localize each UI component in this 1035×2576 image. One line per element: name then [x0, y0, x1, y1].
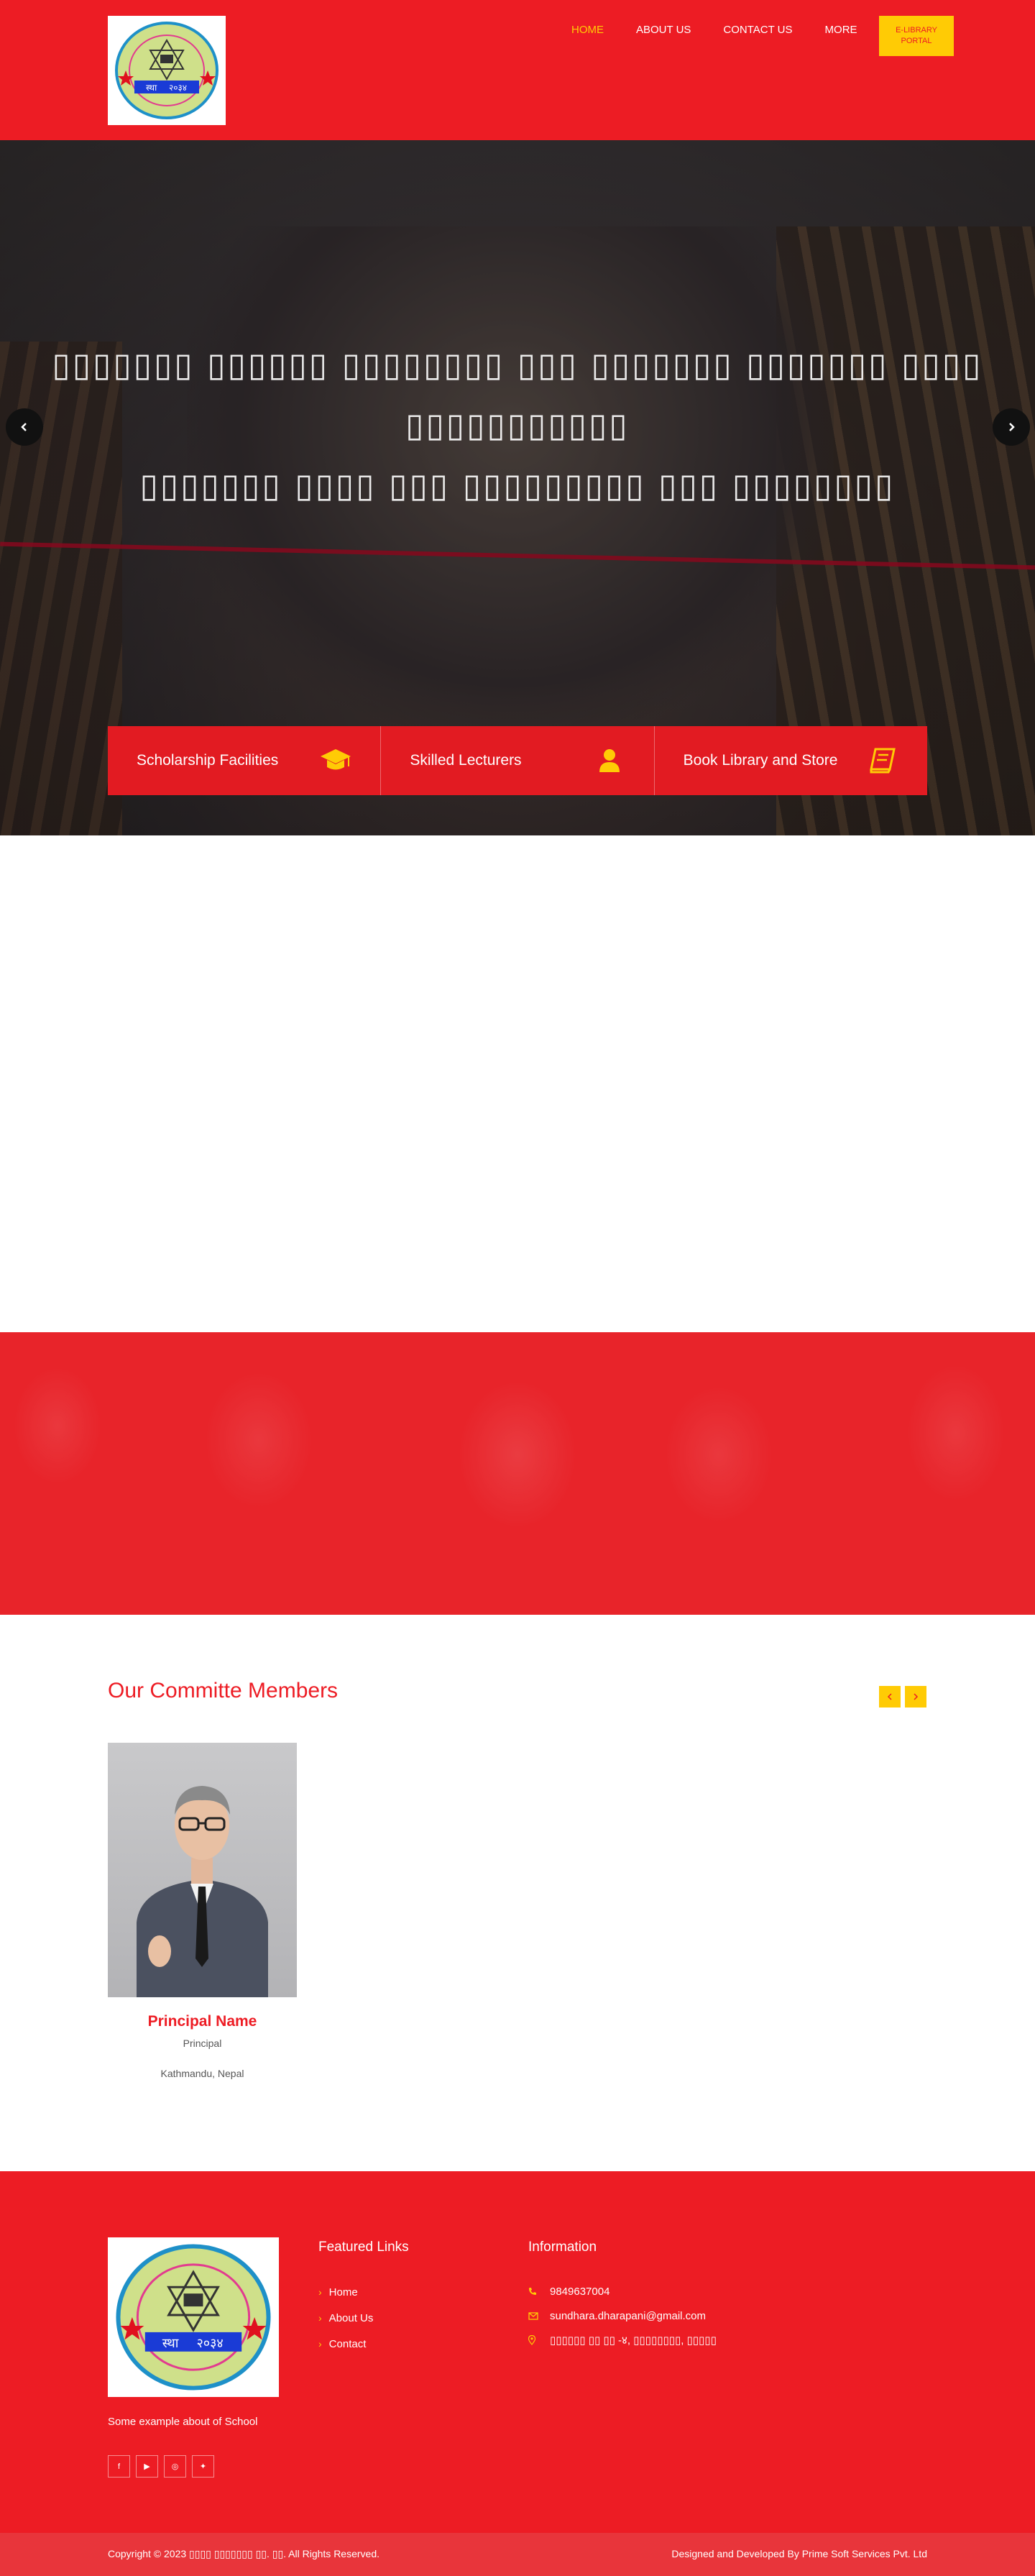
footer-email[interactable]: sundhara.dharapani@gmail.com [528, 2304, 717, 2328]
facebook-icon[interactable]: f [108, 2455, 130, 2478]
footer-address: ▯▯▯▯▯▯ ▯▯ ▯▯ -४, ▯▯▯▯▯▯▯▯, ▯▯▯▯▯ [528, 2328, 717, 2352]
slider-next-button[interactable] [993, 408, 1030, 446]
instagram-icon[interactable]: ◎ [164, 2455, 186, 2478]
chevron-right-icon: › [318, 2286, 322, 2298]
hero-title-line-1: ▯▯▯▯▯▯▯ ▯▯▯▯▯▯ ▯▯▯▯▯▯▯▯ ▯▯▯ ▯▯▯▯▯▯▯ ▯▯▯▯… [52, 345, 983, 444]
feature-label: Book Library and Store [683, 752, 838, 769]
feature-library[interactable]: Book Library and Store [654, 726, 927, 795]
envelope-icon [528, 2311, 550, 2320]
nav-contact-us[interactable]: CONTACT US [723, 23, 792, 37]
committee-member-card[interactable]: Principal Name Principal Kathmandu, Nepa… [108, 1743, 297, 2079]
address-text: ▯▯▯▯▯▯ ▯▯ ▯▯ -४, ▯▯▯▯▯▯▯▯, ▯▯▯▯▯ [550, 2334, 717, 2347]
footer-link-label: Home [328, 2286, 358, 2298]
slider-prev-button[interactable] [6, 408, 43, 446]
user-icon [594, 745, 625, 776]
chevron-right-icon [914, 1693, 919, 1700]
phone-number: 9849637004 [550, 2285, 610, 2298]
map-marker-icon [528, 2335, 550, 2345]
member-role: Principal [183, 2038, 222, 2049]
footer-link-contact[interactable]: › Contact [318, 2331, 373, 2357]
feature-scholarship[interactable]: Scholarship Facilities [108, 726, 382, 795]
school-logo-emblem: स्था २०३४ [115, 22, 218, 119]
footer-social-links: f ▶ ◎ ✦ [108, 2455, 214, 2478]
member-location: Kathmandu, Nepal [160, 2068, 244, 2079]
nav-home[interactable]: HOME [571, 23, 604, 37]
feature-label: Skilled Lecturers [410, 752, 522, 769]
students-banner [0, 1332, 1035, 1615]
committee-prev-button[interactable] [879, 1686, 901, 1708]
school-logo-emblem: स्था २०३४ [116, 2244, 271, 2391]
feature-label: Scholarship Facilities [137, 752, 279, 769]
hero-slider: ▯▯▯▯▯▯▯ ▯▯▯▯▯▯ ▯▯▯▯▯▯▯▯ ▯▯▯ ▯▯▯▯▯▯▯ ▯▯▯▯… [0, 140, 1035, 835]
chevron-right-icon: › [318, 2338, 322, 2350]
member-photo [108, 1743, 297, 1997]
twitter-icon[interactable]: ✦ [192, 2455, 214, 2478]
footer-link-about-us[interactable]: › About Us [318, 2305, 373, 2331]
footer-link-label: Contact [328, 2337, 367, 2350]
hero-title: ▯▯▯▯▯▯▯ ▯▯▯▯▯▯ ▯▯▯▯▯▯▯▯ ▯▯▯ ▯▯▯▯▯▯▯ ▯▯▯▯… [29, 334, 1006, 515]
feature-lecturers[interactable]: Skilled Lecturers [381, 726, 655, 795]
information-title: Information [528, 2240, 597, 2255]
developer-credit[interactable]: Designed and Developed By Prime Soft Ser… [671, 2548, 927, 2559]
footer-phone[interactable]: 9849637004 [528, 2279, 717, 2304]
footer-link-label: About Us [328, 2311, 374, 2324]
nav-about-us[interactable]: ABOUT US [636, 23, 691, 37]
chevron-right-icon: › [318, 2312, 322, 2324]
youtube-icon[interactable]: ▶ [136, 2455, 158, 2478]
phone-icon [528, 2287, 550, 2296]
featured-links-list: › Home › About Us › Contact [318, 2279, 373, 2357]
book-icon [867, 745, 898, 776]
feature-boxes: Scholarship Facilities Skilled Lecturers… [108, 726, 927, 795]
footer-link-home[interactable]: › Home [318, 2279, 373, 2305]
site-header: स्था २०३४ HOME ABOUT US CONTACT US MORE … [0, 0, 1035, 140]
svg-text:२०३४: २०३४ [169, 83, 187, 93]
member-name: Principal Name [147, 2013, 257, 2030]
e-library-portal-button[interactable]: E-LIBRARY PORTAL [879, 16, 954, 56]
information-list: 9849637004 sundhara.dharapani@gmail.com … [528, 2279, 717, 2352]
school-logo[interactable]: स्था २०३४ [108, 16, 226, 125]
page: स्था २०३४ HOME ABOUT US CONTACT US MORE … [0, 0, 1035, 2576]
nav-more[interactable]: MORE [825, 23, 857, 37]
svg-text:स्था: स्था [146, 83, 157, 93]
committee-carousel-controls [879, 1686, 926, 1708]
committee-next-button[interactable] [905, 1686, 926, 1708]
main-nav: HOME ABOUT US CONTACT US MORE [571, 23, 890, 37]
site-footer: स्था २०३४ Some example about of School f… [0, 2171, 1035, 2533]
copyright-bar: Copyright © 2023 ▯▯▯▯ ▯▯▯▯▯▯▯ ▯▯. ▯▯. Al… [0, 2533, 1035, 2576]
students-banner-image [0, 1332, 1035, 1615]
featured-links-title: Featured Links [318, 2240, 409, 2255]
hero-title-line-2: ▯▯▯▯▯▯▯ ▯▯▯▯ ▯▯▯ ▯▯▯▯▯▯▯▯▯ ▯▯▯ ▯▯▯▯▯▯▯▯ [139, 466, 896, 505]
chevron-left-icon [887, 1693, 892, 1700]
svg-text:स्था: स्था [162, 2336, 179, 2351]
svg-text:२०३४: २०३४ [196, 2336, 223, 2351]
chevron-left-icon [21, 423, 27, 431]
copyright-text: Copyright © 2023 ▯▯▯▯ ▯▯▯▯▯▯▯ ▯▯. ▯▯. Al… [108, 2548, 380, 2559]
email-address: sundhara.dharapani@gmail.com [550, 2309, 707, 2322]
member-portrait [137, 1786, 268, 1997]
graduation-cap-icon [320, 745, 351, 776]
footer-about-text: Some example about of School [108, 2416, 258, 2428]
chevron-right-icon [1009, 423, 1015, 431]
footer-logo: स्था २०३४ [108, 2237, 279, 2397]
committee-title: Our Committe Members [108, 1679, 339, 1702]
